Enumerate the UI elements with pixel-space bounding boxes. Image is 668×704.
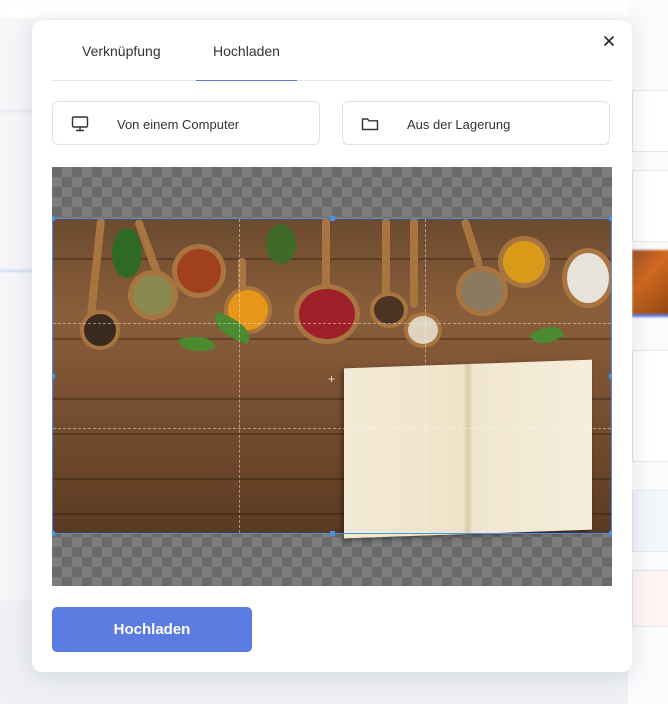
from-computer-label: Von einem Computer: [117, 117, 240, 132]
background-card: [632, 90, 668, 152]
tab-bar: Verknüpfung Hochladen: [52, 20, 612, 81]
crop-center-marker: +: [328, 372, 336, 386]
crop-handle-w[interactable]: [52, 374, 55, 379]
crop-handle-se[interactable]: [609, 531, 612, 536]
crop-handle-e[interactable]: [609, 374, 612, 379]
monitor-icon: [71, 115, 89, 133]
from-computer-button[interactable]: Von einem Computer: [52, 101, 320, 145]
crop-handle-s[interactable]: [330, 531, 335, 536]
image-cropper[interactable]: +: [52, 167, 612, 586]
from-storage-label: Aus der Lagerung: [407, 117, 511, 132]
background-card: [632, 570, 668, 627]
crop-handle-sw[interactable]: [52, 531, 55, 536]
folder-icon: [361, 115, 379, 133]
background-card: [632, 350, 668, 462]
background-thumbnail: [632, 250, 668, 317]
crop-handle-ne[interactable]: [609, 216, 612, 221]
crop-selection[interactable]: +: [52, 216, 612, 536]
background-card: [632, 170, 668, 242]
crop-handle-nw[interactable]: [52, 216, 55, 221]
tab-hochladen[interactable]: Hochladen: [196, 20, 297, 81]
from-storage-button[interactable]: Aus der Lagerung: [342, 101, 610, 145]
tab-verknuepfung[interactable]: Verknüpfung: [82, 20, 161, 80]
upload-button[interactable]: Hochladen: [52, 607, 252, 652]
crop-handle-n[interactable]: [330, 216, 335, 221]
upload-dialog: Verknüpfung Hochladen Von einem Computer…: [32, 20, 632, 672]
background-card: [632, 490, 668, 552]
